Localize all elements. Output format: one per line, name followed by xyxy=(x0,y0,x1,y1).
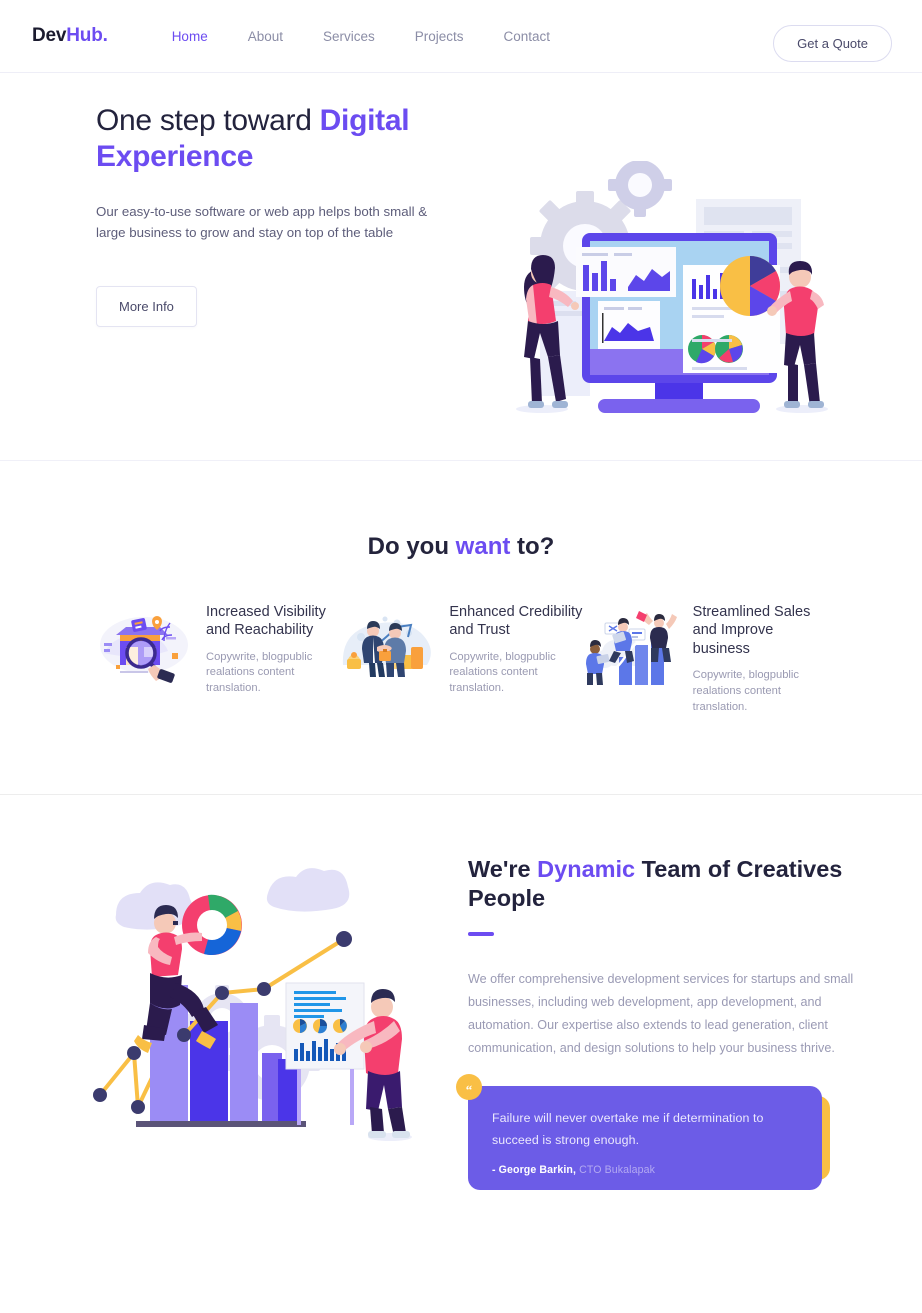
dynamic-title-accent: Dynamic xyxy=(537,856,636,882)
card-text: Enhanced Credibility and Trust Copywrite… xyxy=(449,603,582,697)
handshake-coins-icon xyxy=(339,603,439,697)
quote-author-role: CTO Bukalapak xyxy=(576,1164,655,1177)
hero-title-plain: One step toward xyxy=(96,104,320,137)
dynamic-title: We're Dynamic Team of Creatives People xyxy=(468,855,878,912)
quote-text: Failure will never overtake me if determ… xyxy=(492,1111,764,1147)
want-section: Do you want to? Increased Visibility and… xyxy=(0,461,922,795)
card-title: Streamlined Sales and Improve business xyxy=(692,604,811,657)
logo-text-accent: Hub. xyxy=(66,25,108,46)
card-title: Increased Visibility and Reachability xyxy=(206,604,326,639)
dynamic-team-section: We're Dynamic Team of Creatives People W… xyxy=(0,795,922,1313)
nav-item-services[interactable]: Services xyxy=(303,25,395,48)
feature-card-sales[interactable]: Streamlined Sales and Improve business C… xyxy=(583,603,826,715)
feature-cards: Increased Visibility and Reachability Co… xyxy=(0,603,922,715)
growth-bar-chart-people-icon xyxy=(583,603,683,715)
logo-text-dark: Dev xyxy=(32,25,67,46)
quote-mark-icon: “ xyxy=(456,1074,482,1101)
card-text: Streamlined Sales and Improve business C… xyxy=(693,603,826,715)
hero-section: One step toward Digital Experience Our e… xyxy=(0,73,922,461)
card-text: Increased Visibility and Reachability Co… xyxy=(206,603,339,697)
feature-card-visibility[interactable]: Increased Visibility and Reachability Co… xyxy=(96,603,339,697)
nav-links: Home About Services Projects Contact xyxy=(152,25,570,48)
want-title-pre: Do you xyxy=(367,533,456,560)
nav-item-contact[interactable]: Contact xyxy=(484,25,571,48)
card-title: Enhanced Credibility and Trust xyxy=(449,604,583,639)
feature-card-credibility[interactable]: Enhanced Credibility and Trust Copywrite… xyxy=(339,603,582,697)
hero-title: One step toward Digital Experience xyxy=(96,103,496,176)
dynamic-copy: We're Dynamic Team of Creatives People W… xyxy=(456,855,878,1191)
dynamic-body-text: We offer comprehensive development servi… xyxy=(468,972,854,1056)
hero-copy: One step toward Digital Experience Our e… xyxy=(96,103,496,327)
hero-illustration xyxy=(500,153,840,431)
quote-card-body: “ Failure will never overtake me if dete… xyxy=(456,1074,822,1191)
nav-item-about[interactable]: About xyxy=(228,25,303,48)
top-navigation-bar: DevHub. Home About Services Projects Con… xyxy=(0,0,922,73)
more-info-button[interactable]: More Info xyxy=(96,285,197,327)
quote-attribution: - George Barkin, CTO Bukalapak xyxy=(492,1164,798,1176)
get-a-quote-button[interactable]: Get a Quote xyxy=(773,25,892,62)
testimonial-quote-card: “ Failure will never overtake me if dete… xyxy=(456,1074,830,1191)
want-title-post: to? xyxy=(510,533,555,560)
logo[interactable]: DevHub. xyxy=(32,25,108,47)
card-description: Copywrite, blogpublic realations content… xyxy=(206,650,313,695)
quote-author: - George Barkin, xyxy=(492,1164,577,1177)
dynamic-title-pre: We're xyxy=(468,856,538,882)
card-description: Copywrite, blogpublic realations content… xyxy=(449,650,556,695)
want-section-title: Do you want to? xyxy=(0,461,922,561)
want-title-accent: want xyxy=(455,533,511,560)
team-analytics-illustration xyxy=(72,863,452,1168)
hero-subtitle: Our easy-to-use software or web app help… xyxy=(96,203,428,241)
nav-item-home[interactable]: Home xyxy=(152,25,228,48)
nav-item-projects[interactable]: Projects xyxy=(395,25,484,48)
magnifying-glass-storefront-icon xyxy=(96,603,196,697)
title-underline-rule xyxy=(468,932,494,937)
card-description: Copywrite, blogpublic realations content… xyxy=(692,669,799,713)
